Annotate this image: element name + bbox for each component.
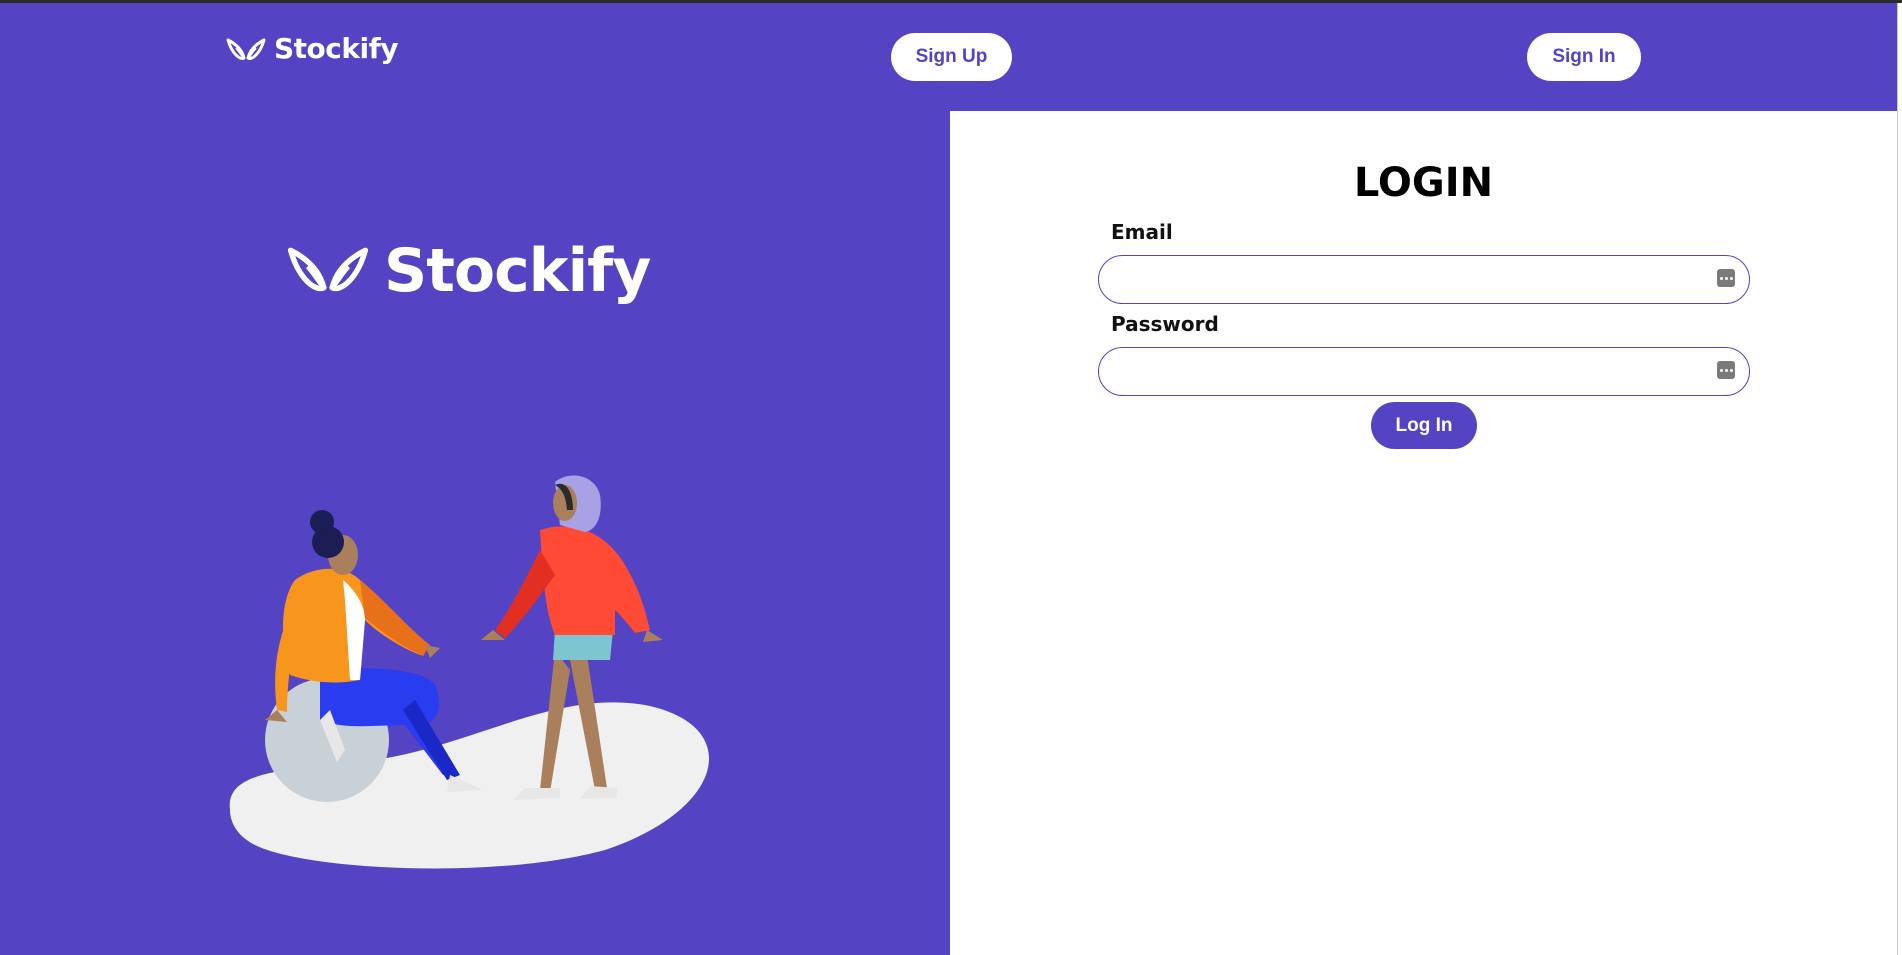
password-manager-key-icon[interactable] [1717, 361, 1735, 379]
sign-up-button[interactable]: Sign Up [891, 33, 1012, 81]
hero-logo: Stockify [286, 236, 651, 306]
header-bar [950, 3, 1897, 111]
header-brand-name: Stockify [274, 32, 399, 65]
password-label: Password [1111, 312, 1219, 336]
password-field[interactable] [1115, 348, 1699, 396]
leaf-wings-logo-icon [286, 242, 370, 300]
login-page: Stockify Sign Up Sign In Stockify LOGIN … [0, 0, 1902, 955]
sign-in-button[interactable]: Sign In [1527, 33, 1641, 81]
leaf-wings-logo-icon [226, 36, 266, 62]
people-illustration [229, 475, 710, 869]
scrollbar-track[interactable] [1897, 3, 1902, 955]
hero-brand-name: Stockify [384, 236, 651, 306]
header-logo-link[interactable]: Stockify [226, 32, 399, 65]
email-field[interactable] [1115, 256, 1699, 304]
standing-person-jacket [540, 526, 650, 635]
login-panel [950, 111, 1897, 955]
password-manager-key-icon[interactable] [1717, 269, 1735, 287]
email-field-wrapper [1098, 255, 1750, 304]
login-title: LOGIN [1353, 160, 1494, 206]
password-field-wrapper [1098, 347, 1750, 396]
log-in-button[interactable]: Log In [1371, 402, 1477, 449]
email-label: Email [1111, 220, 1173, 244]
